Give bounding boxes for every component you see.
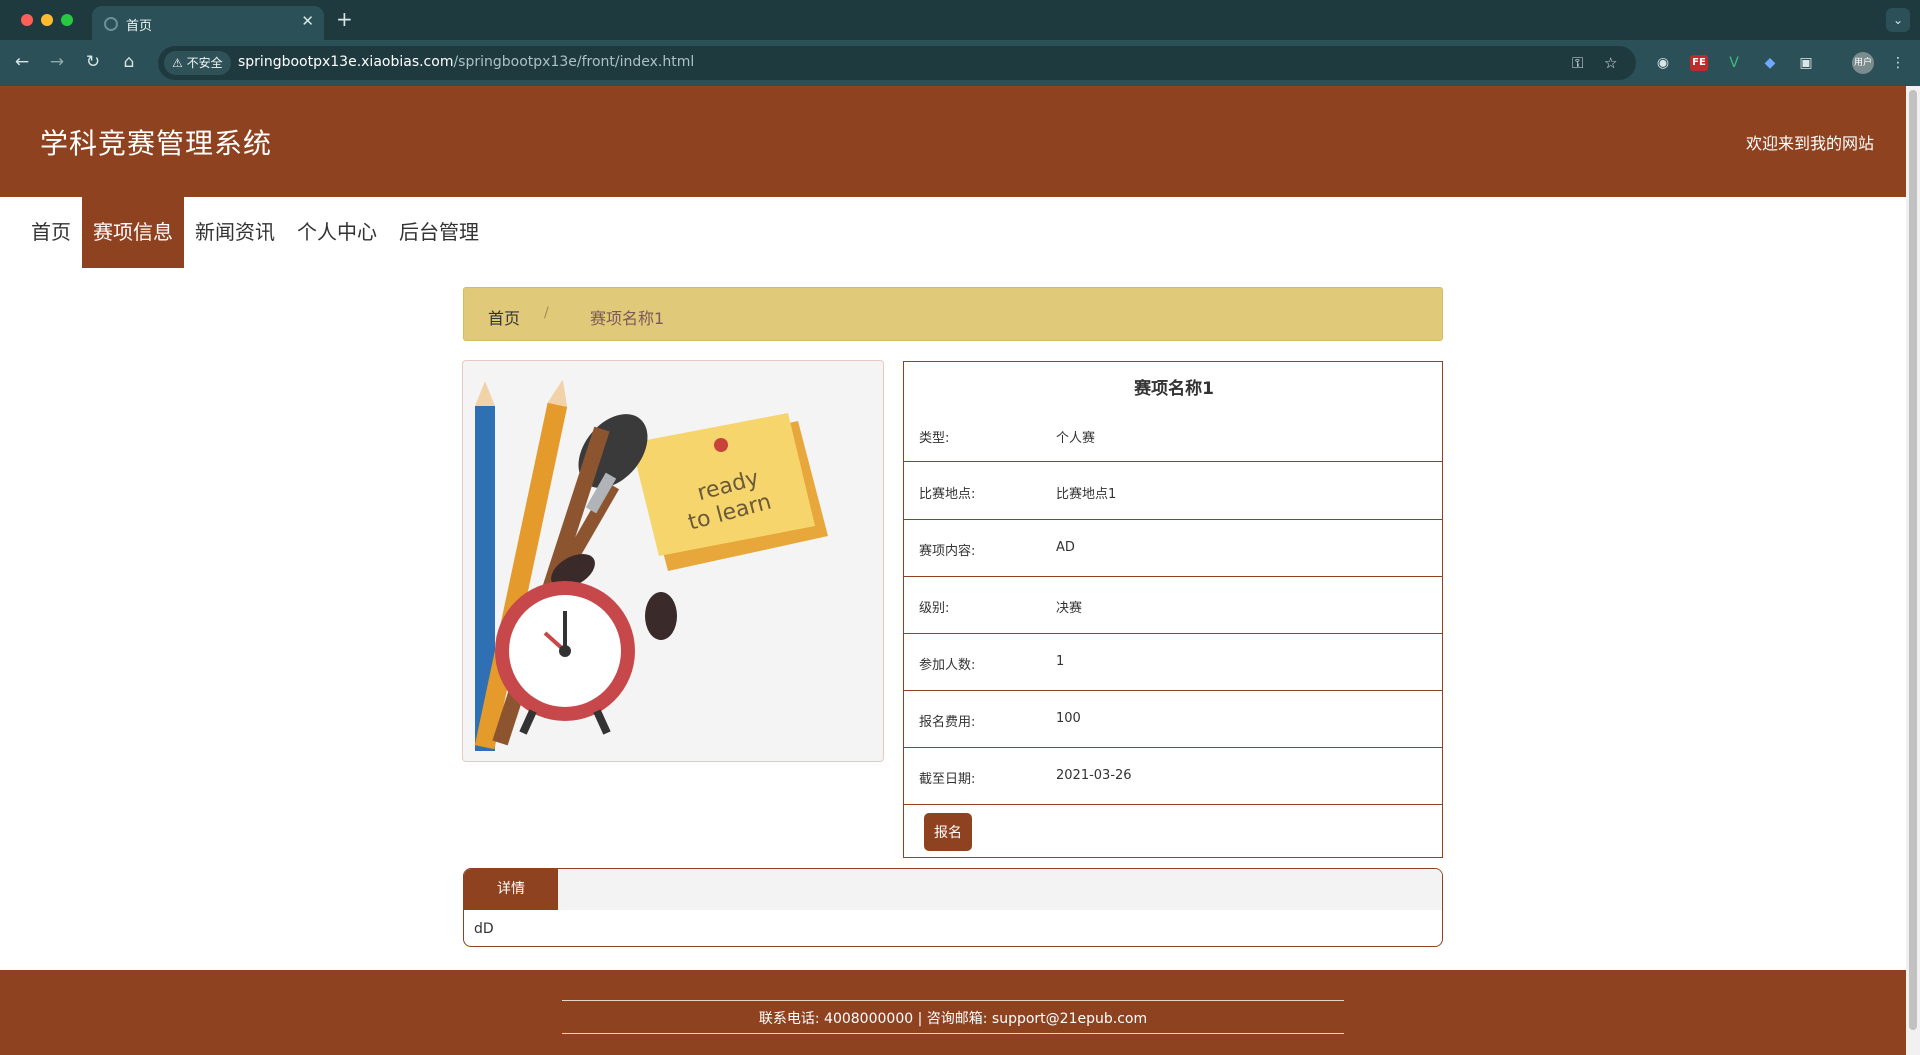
page-scrollbar[interactable]	[1906, 86, 1920, 1055]
site-title: 学科竞赛管理系统	[40, 127, 273, 160]
extension-fe-icon[interactable]: FE	[1690, 55, 1708, 71]
breadcrumb-separator: /	[544, 305, 549, 321]
detail-label: 报名费用:	[919, 715, 976, 730]
detail-label: 截至日期:	[919, 772, 976, 787]
tab-detail-content: dD	[474, 921, 494, 937]
url-text[interactable]: springbootpx13e.xiaobias.com/springbootp…	[238, 54, 694, 70]
detail-row-deadline: 截至日期: 2021-03-26	[904, 748, 1442, 805]
nav-item-news[interactable]: 新闻资讯	[184, 197, 286, 268]
detail-row-type: 类型: 个人赛	[904, 405, 1442, 462]
nav-item-competitions[interactable]: 赛项信息	[82, 197, 184, 268]
puzzle-icon[interactable]: ▣	[1796, 53, 1816, 73]
minimize-window-button[interactable]	[41, 14, 53, 26]
close-window-button[interactable]	[21, 14, 33, 26]
footer-contact: 联系电话: 4008000000 | 咨询邮箱: support@21epub.…	[758, 1011, 1148, 1027]
tab-detail[interactable]: 详情	[464, 869, 558, 910]
chevron-down-icon[interactable]: ⌄	[1886, 8, 1910, 32]
detail-label: 赛项内容:	[919, 544, 976, 559]
detail-value: 个人赛	[1056, 431, 1096, 446]
competition-title: 赛项名称1	[1134, 379, 1214, 399]
security-label: 不安全	[186, 56, 223, 70]
welcome-text: 欢迎来到我的网站	[1745, 134, 1874, 153]
extension-gem-icon[interactable]: ◆	[1760, 53, 1780, 73]
breadcrumb-current: 赛项名称1	[590, 309, 665, 328]
detail-label: 参加人数:	[919, 658, 976, 673]
globe-icon	[104, 17, 118, 31]
breadcrumb-home-link[interactable]: 首页	[488, 305, 520, 329]
new-tab-plus-icon[interactable]: +	[336, 7, 353, 31]
competition-detail-card: 赛项名称1 类型: 个人赛 比赛地点: 比赛地点1 赛项内容: AD 级别: 决…	[903, 361, 1443, 858]
nav-item-admin[interactable]: 后台管理	[388, 197, 490, 268]
nav-item-profile[interactable]: 个人中心	[286, 197, 388, 268]
detail-value: 1	[1056, 654, 1065, 669]
footer-divider-top	[562, 1000, 1344, 1001]
detail-value: AD	[1056, 540, 1075, 555]
extension-owl-icon[interactable]: ◉	[1653, 53, 1673, 73]
nav-item-home[interactable]: 首页	[20, 197, 82, 268]
extension-vue-icon[interactable]: V	[1724, 53, 1744, 73]
browser-toolbar: ← → ↻ ⌂ ⚠ 不安全 springbootpx13e.xiaobias.c…	[0, 40, 1920, 86]
detail-row-location: 比赛地点: 比赛地点1	[904, 463, 1442, 520]
detail-label: 级别:	[919, 601, 950, 616]
tabs-header: 详情	[464, 869, 1442, 910]
site-header: 学科竞赛管理系统 欢迎来到我的网站	[0, 86, 1906, 197]
star-icon[interactable]: ☆	[1604, 54, 1617, 72]
address-bar[interactable]: ⚠ 不安全 springbootpx13e.xiaobias.com/sprin…	[158, 46, 1636, 80]
forward-arrow-icon[interactable]: →	[46, 52, 68, 72]
close-icon[interactable]: ✕	[301, 12, 314, 30]
main-nav: 首页 赛项信息 新闻资讯 个人中心 后台管理	[20, 197, 490, 268]
detail-value: 决赛	[1056, 601, 1083, 616]
detail-label: 比赛地点:	[919, 487, 976, 502]
profile-avatar[interactable]: 用户	[1852, 52, 1874, 74]
back-arrow-icon[interactable]: ←	[11, 52, 33, 72]
detail-row-content: 赛项内容: AD	[904, 520, 1442, 577]
browser-tab-title: 首页	[126, 19, 153, 34]
browser-tab-bar: 首页 ✕ + ⌄	[0, 0, 1920, 40]
security-indicator[interactable]: ⚠ 不安全	[164, 51, 231, 75]
detail-value: 比赛地点1	[1056, 487, 1117, 502]
study-illustration: ready to learn	[474, 379, 828, 751]
home-icon[interactable]: ⌂	[118, 52, 140, 72]
reload-icon[interactable]: ↻	[82, 52, 104, 72]
detail-row-level: 级别: 决赛	[904, 577, 1442, 634]
footer-divider-bottom	[562, 1033, 1344, 1034]
detail-row-participants: 参加人数: 1	[904, 634, 1442, 691]
sticky-note-icon: ready to learn	[631, 413, 828, 571]
signup-button[interactable]: 报名	[924, 813, 972, 851]
maximize-window-button[interactable]	[61, 14, 73, 26]
detail-value: 2021-03-26	[1056, 768, 1132, 783]
detail-label: 类型:	[919, 431, 950, 446]
competition-image: ready to learn	[462, 360, 884, 762]
key-icon[interactable]: ⚿	[1572, 54, 1583, 72]
breadcrumb: 首页 / 赛项名称1	[463, 287, 1443, 341]
url-path: /springbootpx13e/front/index.html	[453, 54, 695, 70]
detail-value: 100	[1056, 711, 1081, 726]
scrollbar-thumb[interactable]	[1909, 90, 1917, 1030]
url-host: springbootpx13e.xiaobias.com	[238, 54, 454, 70]
browser-tab[interactable]: 首页 ✕	[92, 6, 324, 40]
kebab-menu-icon[interactable]: ⋮	[1888, 53, 1908, 73]
detail-tabs: 详情 dD	[463, 868, 1443, 947]
detail-row-fee: 报名费用: 100	[904, 691, 1442, 748]
site-footer: 联系电话: 4008000000 | 咨询邮箱: support@21epub.…	[0, 970, 1906, 1055]
